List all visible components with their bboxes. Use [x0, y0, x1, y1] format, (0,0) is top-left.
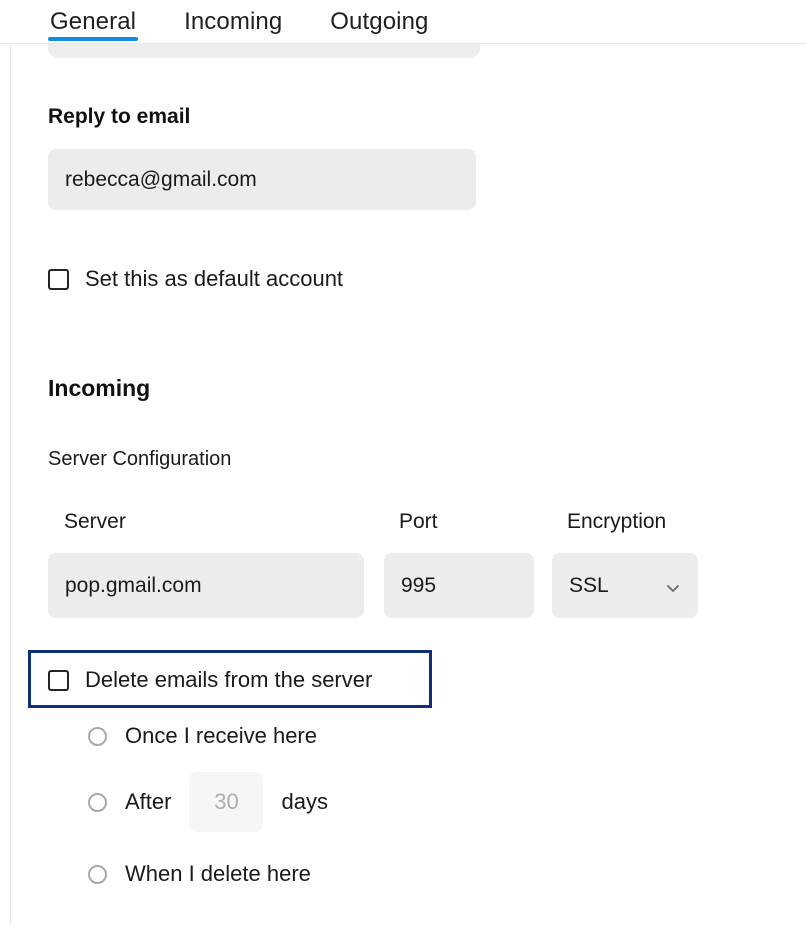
delete-after-days-input[interactable]: 30 — [189, 772, 264, 832]
default-account-label: Set this as default account — [85, 266, 344, 291]
delete-option-on-delete-radio[interactable] — [88, 864, 107, 884]
server-configuration-label: Server Configuration — [48, 448, 232, 470]
default-account-checkbox-row[interactable]: Set this as default account — [48, 266, 343, 292]
tab-incoming[interactable]: Incoming — [182, 0, 284, 44]
server-field-label: Server — [64, 510, 126, 533]
delete-after-days-unit-label: days — [281, 789, 328, 814]
general-tab-panel: Reply to email rebecca@gmail.com Set thi… — [0, 45, 805, 925]
default-account-checkbox[interactable] — [48, 268, 69, 290]
delete-option-after-days-row[interactable]: After 30 days — [88, 772, 328, 832]
chevron-down-icon — [665, 578, 681, 594]
tablist: General Incoming Outgoing — [48, 0, 431, 44]
port-value: 995 — [401, 573, 437, 597]
tab-outgoing-indicator — [328, 37, 430, 41]
port-input[interactable]: 995 — [384, 553, 534, 618]
tab-incoming-label: Incoming — [184, 8, 283, 35]
delete-option-on-receive-label: Once I receive here — [125, 723, 317, 748]
reply-to-email-label: Reply to email — [48, 105, 191, 128]
delete-after-days-placeholder: 30 — [214, 789, 239, 814]
incoming-section-heading: Incoming — [48, 375, 151, 401]
reply-to-email-input[interactable]: rebecca@gmail.com — [48, 149, 476, 210]
delete-option-after-days-label: After — [125, 789, 172, 814]
delete-option-on-receive-radio[interactable] — [88, 726, 107, 746]
server-value: pop.gmail.com — [65, 573, 202, 597]
delete-option-after-days-radio[interactable] — [88, 792, 107, 812]
tab-outgoing-label: Outgoing — [330, 8, 429, 35]
delete-emails-checkbox-row[interactable]: Delete emails from the server — [48, 667, 372, 693]
delete-option-on-receive-row[interactable]: Once I receive here — [88, 723, 317, 749]
delete-option-on-delete-label: When I delete here — [125, 861, 311, 886]
delete-emails-checkbox[interactable] — [48, 669, 69, 691]
encryption-value: SSL — [569, 573, 609, 597]
encryption-select[interactable]: SSL — [552, 553, 698, 618]
encryption-field-label: Encryption — [567, 510, 667, 533]
tab-incoming-indicator — [182, 37, 284, 41]
tab-general[interactable]: General — [48, 0, 139, 44]
account-settings-tabbar: General Incoming Outgoing — [0, 0, 805, 58]
delete-emails-label: Delete emails from the server — [85, 667, 373, 692]
settings-page: General Incoming Outgoing Reply to email… — [0, 0, 805, 925]
delete-option-on-delete-row[interactable]: When I delete here — [88, 861, 311, 887]
tab-general-indicator — [48, 37, 139, 41]
port-field-label: Port — [399, 510, 438, 533]
server-input[interactable]: pop.gmail.com — [48, 553, 364, 618]
tab-outgoing[interactable]: Outgoing — [328, 0, 430, 44]
tab-general-label: General — [50, 8, 137, 35]
reply-to-email-value: rebecca@gmail.com — [65, 167, 257, 191]
